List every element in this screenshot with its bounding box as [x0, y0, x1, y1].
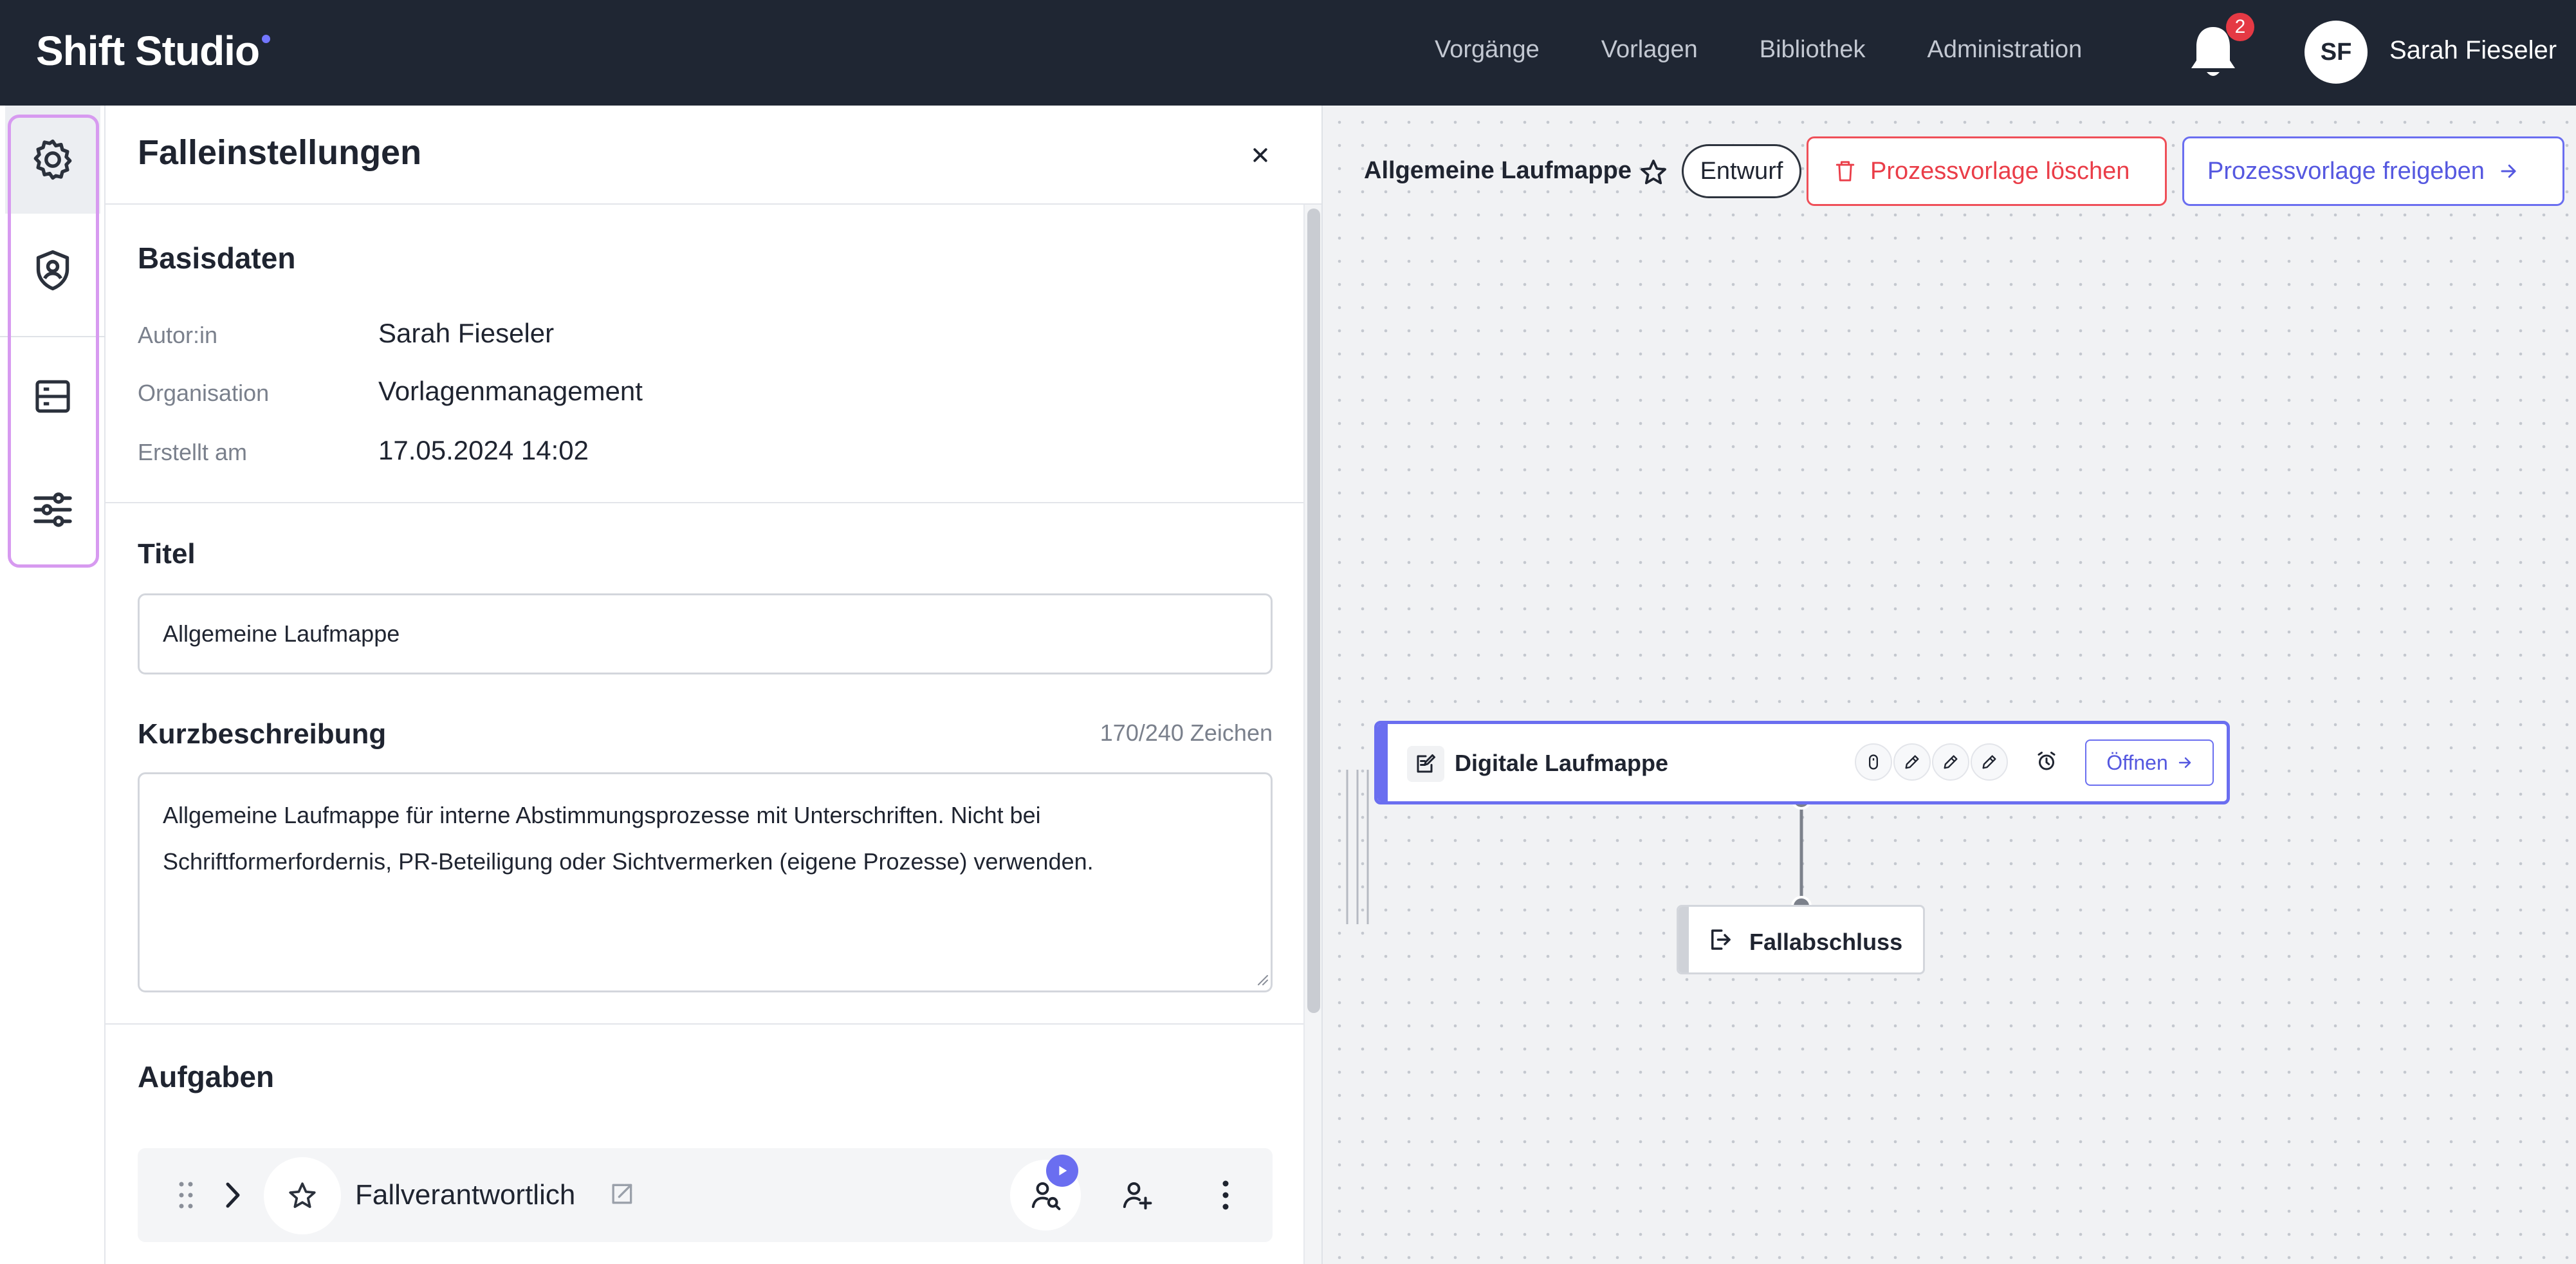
user-name[interactable]: Sarah Fieseler [2389, 36, 2557, 65]
chevron-right-icon[interactable] [223, 1180, 242, 1210]
arrow-right-icon [2177, 755, 2193, 770]
basisdaten-heading: Basisdaten [138, 241, 296, 275]
node-title: Digitale Laufmappe [1455, 750, 1669, 776]
organisation-label: Organisation [138, 380, 270, 406]
panel-header: Falleinstellungen [106, 106, 1321, 205]
organisation-value: Vorlagenmanagement [378, 376, 643, 406]
release-template-label: Prozessvorlage freigeben [2207, 157, 2485, 185]
node-accent-bar [1679, 907, 1689, 972]
title-input[interactable] [138, 593, 1273, 674]
process-node-digitale-laufmappe[interactable]: Digitale Laufmappe Öffnen [1374, 721, 2230, 804]
section-divider [106, 502, 1303, 503]
main-nav: Vorgänge Vorlagen Bibliothek Administrat… [1435, 36, 2082, 64]
task-more-button[interactable] [1190, 1160, 1261, 1231]
description-field-label: Kurzbeschreibung [138, 718, 387, 750]
exit-icon [1707, 926, 1734, 953]
mouse-icon[interactable] [1855, 743, 1892, 781]
star-icon [286, 1180, 318, 1212]
close-icon [1251, 145, 1270, 165]
signature-pen-icon[interactable] [1893, 743, 1931, 781]
play-icon[interactable] [1046, 1155, 1078, 1187]
open-node-button[interactable]: Öffnen [2085, 739, 2214, 786]
alarm-clock-icon[interactable] [2035, 750, 2058, 773]
description-char-counter: 170/240 Zeichen [1099, 720, 1273, 746]
trash-icon [1834, 159, 1856, 183]
case-settings-panel: Falleinstellungen Basisdaten Autor:in Sa… [106, 106, 1323, 1264]
nav-item-vorgaenge[interactable]: Vorgänge [1435, 36, 1540, 64]
nav-item-bibliothek[interactable]: Bibliothek [1760, 36, 1866, 64]
task-title: Fallverantwortlich [355, 1179, 576, 1211]
delete-template-button[interactable]: Prozessvorlage löschen [1807, 136, 2167, 206]
signature-pen-icon[interactable] [1932, 743, 1969, 781]
nav-item-administration[interactable]: Administration [1927, 36, 2083, 64]
top-navigation-bar: Shift Studio Vorgänge Vorlagen Bibliothe… [0, 0, 2576, 106]
external-link-icon[interactable] [607, 1180, 636, 1209]
user-plus-icon [1119, 1178, 1154, 1213]
title-field-label: Titel [138, 538, 196, 570]
add-user-button[interactable] [1101, 1160, 1172, 1231]
node-connector [1791, 789, 1812, 915]
task-row[interactable]: Fallverantwortlich [138, 1148, 1273, 1242]
favorite-star-icon[interactable] [1638, 157, 1669, 188]
task-favorite-button[interactable] [264, 1157, 341, 1234]
process-title: Allgemeine Laufmappe [1364, 157, 1632, 184]
resize-handle-icon[interactable] [1255, 972, 1270, 987]
process-canvas[interactable] [1323, 106, 2576, 1264]
arrow-right-icon [2499, 162, 2518, 181]
tasks-heading: Aufgaben [138, 1060, 275, 1093]
rail-highlight-frame [8, 115, 99, 568]
signature-pen-icon[interactable] [1971, 743, 2008, 781]
status-badge: Entwurf [1682, 144, 1801, 198]
author-label: Autor:in [138, 322, 218, 348]
open-node-label: Öffnen [2106, 750, 2168, 774]
settings-icon-rail [0, 106, 106, 1264]
close-panel-button[interactable] [1244, 139, 1276, 171]
logo-dot [262, 35, 271, 43]
process-node-fallabschluss[interactable]: Fallabschluss [1677, 905, 1925, 974]
drag-handle-icon[interactable] [176, 1179, 196, 1211]
release-template-button[interactable]: Prozessvorlage freigeben [2182, 136, 2564, 206]
end-node-title: Fallabschluss [1749, 929, 1903, 955]
section-divider [106, 1023, 1303, 1025]
description-textarea[interactable]: Allgemeine Laufmappe für interne Abstimm… [138, 772, 1273, 992]
author-value: Sarah Fieseler [378, 318, 555, 348]
created-at-label: Erstellt am [138, 439, 248, 465]
notification-count-badge: 2 [2226, 13, 2254, 41]
more-vertical-icon [1221, 1179, 1230, 1211]
edit-document-icon [1407, 746, 1444, 782]
panel-title: Falleinstellungen [138, 133, 422, 172]
panel-scrollbar-thumb[interactable] [1307, 209, 1320, 1013]
nav-item-vorlagen[interactable]: Vorlagen [1601, 36, 1698, 64]
user-avatar[interactable]: SF [2305, 21, 2368, 84]
created-at-value: 17.05.2024 14:02 [378, 435, 589, 465]
swimlane-guide-lines [1346, 770, 1369, 924]
app-logo[interactable]: Shift Studio [36, 27, 271, 75]
node-accent-bar [1377, 724, 1388, 801]
delete-template-label: Prozessvorlage löschen [1870, 157, 2130, 185]
app-logo-text: Shift Studio [36, 28, 260, 74]
